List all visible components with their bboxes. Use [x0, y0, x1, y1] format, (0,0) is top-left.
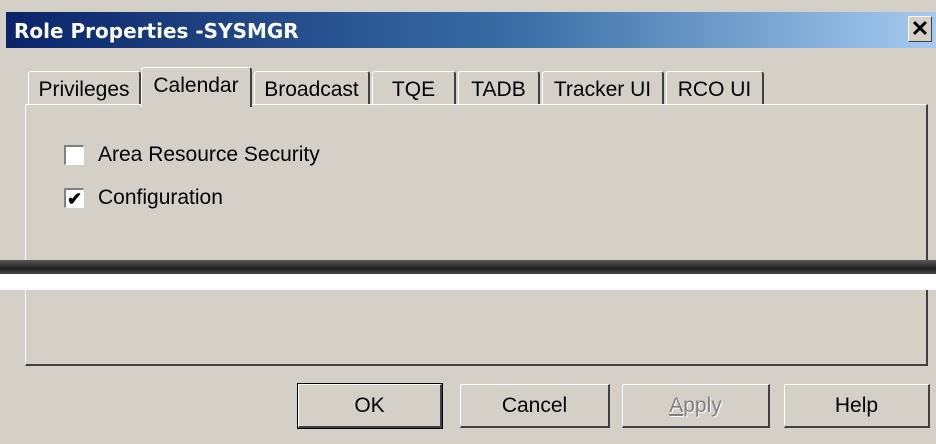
tab-label: Broadcast [264, 78, 359, 101]
screenshot-cut-divider [0, 260, 936, 274]
tab-label: Privileges [38, 78, 130, 101]
window-title: Role Properties -SYSMGR [14, 19, 299, 43]
tab-broadcast[interactable]: Broadcast [254, 71, 370, 105]
apply-button: Apply [622, 384, 770, 428]
tab-label: Calendar [153, 74, 239, 97]
ok-button[interactable]: OK [297, 383, 443, 429]
title-bar[interactable]: Role Properties -SYSMGR ✕ [6, 12, 936, 48]
tab-label: Tracker UI [553, 78, 652, 101]
tab-rco-ui[interactable]: RCO UI [666, 71, 764, 105]
tab-privileges[interactable]: Privileges [28, 71, 141, 105]
apply-mnemonic: A [669, 393, 684, 417]
configuration-label: Configuration [98, 186, 223, 209]
screenshot-cut-gap [0, 274, 936, 290]
role-properties-dialog: Role Properties -SYSMGR ✕ Privileges Cal… [0, 0, 936, 444]
configuration-checkbox[interactable]: ✔ [64, 188, 84, 208]
area-resource-security-option[interactable]: Area Resource Security [64, 143, 320, 167]
tab-tqe[interactable]: TQE [372, 71, 456, 105]
check-icon: ✔ [66, 188, 83, 209]
tab-tracker-ui[interactable]: Tracker UI [542, 71, 664, 105]
tab-label: TADB [471, 78, 526, 101]
close-button[interactable]: ✕ [908, 16, 932, 42]
ok-label: OK [354, 393, 385, 417]
apply-label: Apply [669, 394, 722, 418]
help-button[interactable]: Help [784, 384, 930, 428]
close-icon: ✕ [910, 16, 930, 41]
cancel-label: Cancel [501, 393, 568, 417]
tab-label: TQE [391, 78, 436, 101]
tab-label: RCO UI [677, 78, 752, 101]
area-resource-security-checkbox[interactable] [64, 145, 84, 165]
tab-tadb[interactable]: TADB [458, 71, 540, 105]
tab-panel-calendar: Area Resource Security ✔ Configuration [25, 104, 928, 366]
configuration-option[interactable]: ✔ Configuration [64, 186, 223, 210]
apply-label-rest: pply [683, 393, 722, 417]
tab-calendar[interactable]: Calendar [141, 67, 252, 107]
area-resource-security-label: Area Resource Security [98, 143, 320, 166]
cancel-button[interactable]: Cancel [460, 384, 610, 428]
help-label: Help [834, 393, 879, 417]
